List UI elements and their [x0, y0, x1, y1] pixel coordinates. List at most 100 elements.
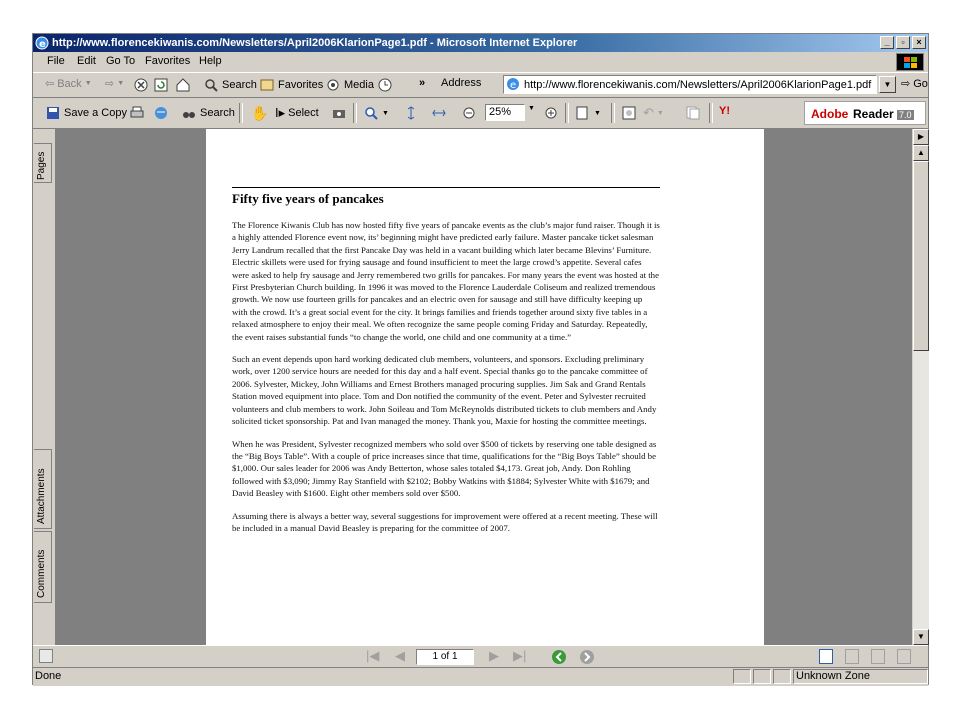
plus-circle-icon — [545, 107, 557, 119]
camera-icon — [333, 110, 345, 118]
zoom-field[interactable]: 25% — [485, 104, 525, 121]
title-bar: e http://www.florencekiwanis.com/Newslet… — [33, 34, 928, 52]
scroll-right-arrow-icon[interactable]: ▶ — [913, 129, 929, 145]
favorites-button[interactable]: Favorites — [259, 77, 323, 93]
back-button[interactable]: ⇦ Back ▼ — [45, 77, 92, 91]
zoom-dropdown-icon[interactable]: ▼ — [528, 105, 535, 112]
previous-page-icon[interactable]: ◀ — [395, 648, 405, 664]
single-page-icon[interactable] — [819, 649, 833, 664]
fit-width-button[interactable] — [431, 105, 447, 121]
address-dropdown-icon[interactable]: ▼ — [879, 76, 896, 93]
scroll-down-arrow-icon[interactable]: ▼ — [913, 629, 929, 645]
zoom-in-tool-button[interactable]: ▼ — [363, 105, 389, 121]
search-button[interactable]: Search — [203, 77, 257, 93]
save-icon — [47, 107, 59, 119]
fit-page-button[interactable] — [403, 105, 419, 121]
close-button[interactable]: × — [912, 36, 926, 49]
next-view-icon[interactable] — [579, 649, 595, 665]
first-page-icon[interactable]: |◀ — [366, 648, 379, 664]
copy-icon — [686, 106, 700, 120]
vertical-scrollbar[interactable]: ▶ ▲ ▼ — [913, 129, 929, 645]
print-button[interactable] — [129, 105, 145, 121]
fit-page-icon — [407, 106, 415, 120]
menu-goto[interactable]: Go To — [106, 55, 135, 67]
acrobat-toolbar: Save a Copy Search ✋ I▸ Select ▼ 25% ▼ ▼… — [33, 98, 928, 129]
refresh-button[interactable] — [153, 77, 169, 93]
hand-tool-button[interactable]: ✋ — [251, 105, 268, 122]
address-bar[interactable]: e http://www.florencekiwanis.com/Newslet… — [503, 75, 896, 94]
minus-circle-icon — [463, 107, 475, 119]
dropdown-icon: ▼ — [656, 109, 664, 117]
home-button[interactable] — [175, 77, 191, 93]
page-layout-button[interactable]: ▼ — [575, 105, 601, 121]
refresh-icon — [154, 78, 168, 92]
yahoo-button[interactable]: Y! — [719, 105, 730, 117]
home-icon — [176, 78, 190, 92]
stop-button[interactable] — [133, 77, 149, 93]
menu-file[interactable]: File — [47, 55, 65, 67]
browser-window: e http://www.florencekiwanis.com/Newslet… — [32, 33, 929, 686]
undo-button[interactable]: ↶ ▼ — [643, 105, 664, 121]
page-number-field[interactable]: 1 of 1 — [416, 649, 474, 665]
acrobat-search-button[interactable]: Search — [181, 105, 235, 121]
select-tool-button[interactable]: I▸ Select — [275, 105, 319, 121]
go-arrow-icon: ⇨ — [901, 78, 911, 90]
dropdown-icon: ▼ — [117, 80, 125, 87]
history-button[interactable] — [377, 77, 393, 93]
menu-favorites[interactable]: Favorites — [145, 55, 190, 67]
fit-width-icon — [432, 109, 446, 117]
hand-icon: ✋ — [251, 105, 269, 121]
forward-arrow-icon: ⇨ — [105, 78, 115, 90]
go-button[interactable]: ⇨ Go — [901, 77, 928, 91]
tab-pages[interactable]: Pages — [34, 143, 52, 183]
page-navigation-bar: |◀ ◀ 1 of 1 ▶ ▶| — [33, 645, 928, 668]
maximize-button[interactable]: ▫ — [896, 36, 910, 49]
page-layout-icon — [576, 106, 588, 120]
dropdown-icon: ▼ — [594, 109, 601, 117]
email-button[interactable] — [153, 105, 169, 121]
undo-icon: ↶ — [643, 105, 654, 120]
toolbar-chevron[interactable]: » — [419, 77, 425, 89]
tab-comments[interactable]: Comments — [34, 531, 52, 603]
dropdown-icon: ▼ — [84, 80, 92, 87]
media-button[interactable]: Media — [325, 77, 374, 93]
review-icon — [622, 106, 636, 120]
history-icon — [378, 78, 392, 92]
save-copy-button[interactable]: Save a Copy — [45, 105, 127, 121]
continuous-icon[interactable] — [845, 649, 859, 664]
adobe-reader-logo: Adobe Reader 7.0 — [804, 101, 926, 125]
back-arrow-icon: ⇦ — [45, 78, 55, 90]
status-text: Done — [35, 670, 62, 682]
continuous-facing-icon[interactable] — [897, 649, 911, 664]
tab-attachments[interactable]: Attachments — [34, 449, 52, 529]
status-bar: Done Unknown Zone — [33, 667, 928, 686]
copy-button[interactable] — [685, 105, 701, 121]
yahoo-icon: Y! — [719, 105, 730, 117]
security-zone: Unknown Zone — [793, 669, 928, 684]
minimize-button[interactable]: _ — [880, 36, 894, 49]
document-area[interactable]: Fifty five years of pancakes The Florenc… — [56, 129, 912, 645]
zoom-out-button[interactable] — [461, 105, 477, 121]
facing-icon[interactable] — [871, 649, 885, 664]
status-pane — [773, 669, 791, 684]
zoom-in-button[interactable] — [543, 105, 559, 121]
zoom-icon — [365, 107, 378, 120]
status-pane — [733, 669, 751, 684]
last-page-icon[interactable]: ▶| — [513, 648, 526, 664]
next-page-icon[interactable]: ▶ — [489, 648, 499, 664]
navigation-pane: Pages Attachments Comments — [33, 129, 56, 645]
article-body: The Florence Kiwanis Club has now hosted… — [232, 219, 660, 544]
forward-button[interactable]: ⇨ ▼ — [105, 77, 124, 90]
scroll-thumb[interactable] — [913, 161, 929, 351]
print-icon — [130, 106, 144, 118]
menu-help[interactable]: Help — [199, 55, 222, 67]
page-size-icon[interactable] — [39, 649, 53, 663]
menu-edit[interactable]: Edit — [77, 55, 96, 67]
previous-view-icon[interactable] — [551, 649, 567, 665]
review-button[interactable] — [621, 105, 637, 121]
snapshot-button[interactable] — [331, 105, 347, 121]
stop-icon — [134, 78, 148, 92]
dropdown-icon: ▼ — [382, 109, 389, 117]
status-pane — [753, 669, 771, 684]
scroll-up-arrow-icon[interactable]: ▲ — [913, 145, 929, 161]
